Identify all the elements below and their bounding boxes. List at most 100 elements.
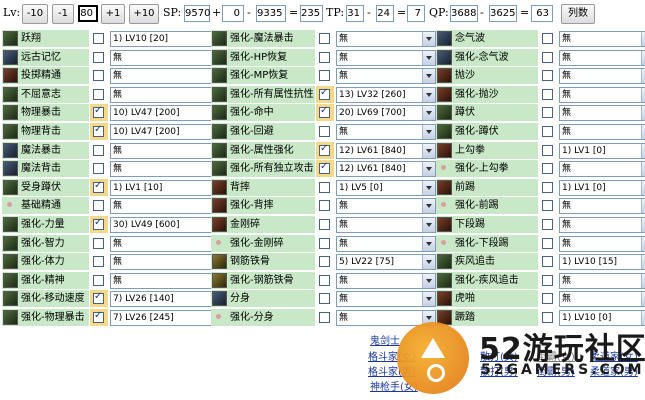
skill-checkbox[interactable] <box>319 105 330 119</box>
skill-level-select[interactable]: 5) LV22 [75] <box>336 254 436 271</box>
chevron-down-icon[interactable] <box>422 199 435 214</box>
skill-checkbox[interactable] <box>93 33 104 44</box>
skill-level-select[interactable]: 無 <box>110 254 226 271</box>
chevron-down-icon[interactable] <box>641 32 645 46</box>
skill-checkbox[interactable] <box>319 312 330 323</box>
chevron-down-icon[interactable] <box>641 69 645 84</box>
skill-level-select[interactable]: 無 <box>559 31 645 47</box>
skill-level-select[interactable]: 無 <box>336 291 436 308</box>
skill-level-select[interactable]: 1) LV10 [15] <box>559 254 645 271</box>
chevron-down-icon[interactable] <box>422 255 435 270</box>
skill-checkbox[interactable] <box>542 144 553 156</box>
chevron-down-icon[interactable] <box>422 69 435 84</box>
skill-checkbox[interactable] <box>319 143 330 156</box>
skill-checkbox[interactable] <box>319 70 330 82</box>
skill-checkbox[interactable] <box>542 88 553 100</box>
chevron-down-icon[interactable] <box>641 292 645 307</box>
skill-checkbox[interactable] <box>319 126 330 137</box>
skill-level-select[interactable]: 無 <box>336 235 436 252</box>
skill-checkbox[interactable] <box>319 200 330 212</box>
skill-checkbox[interactable] <box>542 107 553 119</box>
chevron-down-icon[interactable] <box>641 143 645 158</box>
skill-level-select[interactable]: 無 <box>559 217 645 233</box>
skill-level-select[interactable]: 無 <box>336 217 436 233</box>
skill-checkbox[interactable] <box>542 219 553 230</box>
level-plus-1-button[interactable]: +1 <box>101 4 125 24</box>
chevron-down-icon[interactable] <box>422 180 435 195</box>
skill-level-select[interactable]: 7) LV26 [245] <box>110 310 226 326</box>
skill-checkbox[interactable] <box>93 51 104 63</box>
skill-level-select[interactable]: 無 <box>336 272 436 289</box>
chevron-down-icon[interactable] <box>641 218 645 232</box>
skill-level-select[interactable]: 無 <box>559 198 645 215</box>
level-input[interactable]: 80 <box>78 5 98 22</box>
skill-checkbox[interactable] <box>93 310 104 323</box>
skill-level-select[interactable]: 無 <box>559 86 645 103</box>
skill-checkbox[interactable] <box>93 200 104 212</box>
chevron-down-icon[interactable] <box>422 273 435 288</box>
skill-level-select[interactable]: 無 <box>110 68 226 85</box>
skill-checkbox[interactable] <box>319 87 330 100</box>
skill-level-select[interactable]: 1) LV1 [10] <box>110 179 226 196</box>
skill-checkbox[interactable] <box>93 274 104 286</box>
skill-checkbox[interactable] <box>93 144 104 156</box>
skill-checkbox[interactable] <box>542 163 553 175</box>
chevron-down-icon[interactable] <box>422 162 435 177</box>
skill-level-select[interactable]: 無 <box>336 124 436 140</box>
skill-level-select[interactable]: 無 <box>110 272 226 289</box>
chevron-down-icon[interactable] <box>422 50 435 65</box>
chevron-down-icon[interactable] <box>641 125 645 139</box>
skill-checkbox[interactable] <box>319 293 330 305</box>
skill-level-select[interactable]: 無 <box>336 198 436 215</box>
skill-checkbox[interactable] <box>542 293 553 305</box>
skill-checkbox[interactable] <box>93 163 104 175</box>
list-button[interactable]: 列数 <box>561 4 595 24</box>
skill-level-select[interactable]: 無 <box>559 272 645 289</box>
chevron-down-icon[interactable] <box>641 106 645 121</box>
skill-level-select[interactable]: 1) LV10 [20] <box>110 31 226 47</box>
chevron-down-icon[interactable] <box>422 292 435 307</box>
skill-checkbox[interactable] <box>542 200 553 212</box>
skill-level-select[interactable]: 無 <box>110 49 226 66</box>
chevron-down-icon[interactable] <box>422 125 435 139</box>
skill-checkbox[interactable] <box>542 70 553 82</box>
level-plus-10-button[interactable]: +10 <box>129 4 159 24</box>
skill-level-select[interactable]: 無 <box>110 235 226 252</box>
skill-level-select[interactable]: 無 <box>336 31 436 47</box>
skill-checkbox[interactable] <box>542 181 553 193</box>
skill-level-select[interactable]: 30) LV49 [600] <box>110 217 226 233</box>
skill-checkbox[interactable] <box>319 219 330 230</box>
skill-checkbox[interactable] <box>542 51 553 63</box>
skill-level-select[interactable]: 12) LV61 [840] <box>336 142 436 159</box>
skill-checkbox[interactable] <box>319 33 330 44</box>
skill-checkbox[interactable] <box>542 256 553 268</box>
skill-checkbox[interactable] <box>93 88 104 100</box>
skill-level-select[interactable]: 無 <box>559 105 645 122</box>
skill-level-select[interactable]: 13) LV32 [260] <box>336 86 436 103</box>
skill-checkbox[interactable] <box>93 105 104 119</box>
skill-level-select[interactable]: 無 <box>110 198 226 215</box>
skill-checkbox[interactable] <box>319 256 330 268</box>
chevron-down-icon[interactable] <box>641 255 645 270</box>
skill-level-select[interactable]: 無 <box>559 291 645 308</box>
skill-level-select[interactable]: 1) LV1 [0] <box>559 142 645 159</box>
chevron-down-icon[interactable] <box>422 218 435 232</box>
chevron-down-icon[interactable] <box>422 143 435 158</box>
skill-level-select[interactable]: 無 <box>336 68 436 85</box>
level-minus-1-button[interactable]: -1 <box>52 4 74 24</box>
chevron-down-icon[interactable] <box>422 106 435 121</box>
skill-level-select[interactable]: 無 <box>336 49 436 66</box>
skill-checkbox[interactable] <box>93 217 104 230</box>
chevron-down-icon[interactable] <box>641 162 645 177</box>
skill-level-select[interactable]: 無 <box>559 235 645 252</box>
skill-checkbox[interactable] <box>93 256 104 268</box>
skill-checkbox[interactable] <box>319 51 330 63</box>
skill-level-select[interactable]: 無 <box>110 142 226 159</box>
skill-level-select[interactable]: 無 <box>559 124 645 140</box>
skill-checkbox[interactable] <box>542 126 553 137</box>
skill-level-select[interactable]: 1) LV5 [0] <box>336 179 436 196</box>
chevron-down-icon[interactable] <box>641 273 645 288</box>
skill-level-select[interactable]: 無 <box>110 161 226 178</box>
skill-checkbox[interactable] <box>93 70 104 82</box>
skill-checkbox[interactable] <box>319 181 330 193</box>
